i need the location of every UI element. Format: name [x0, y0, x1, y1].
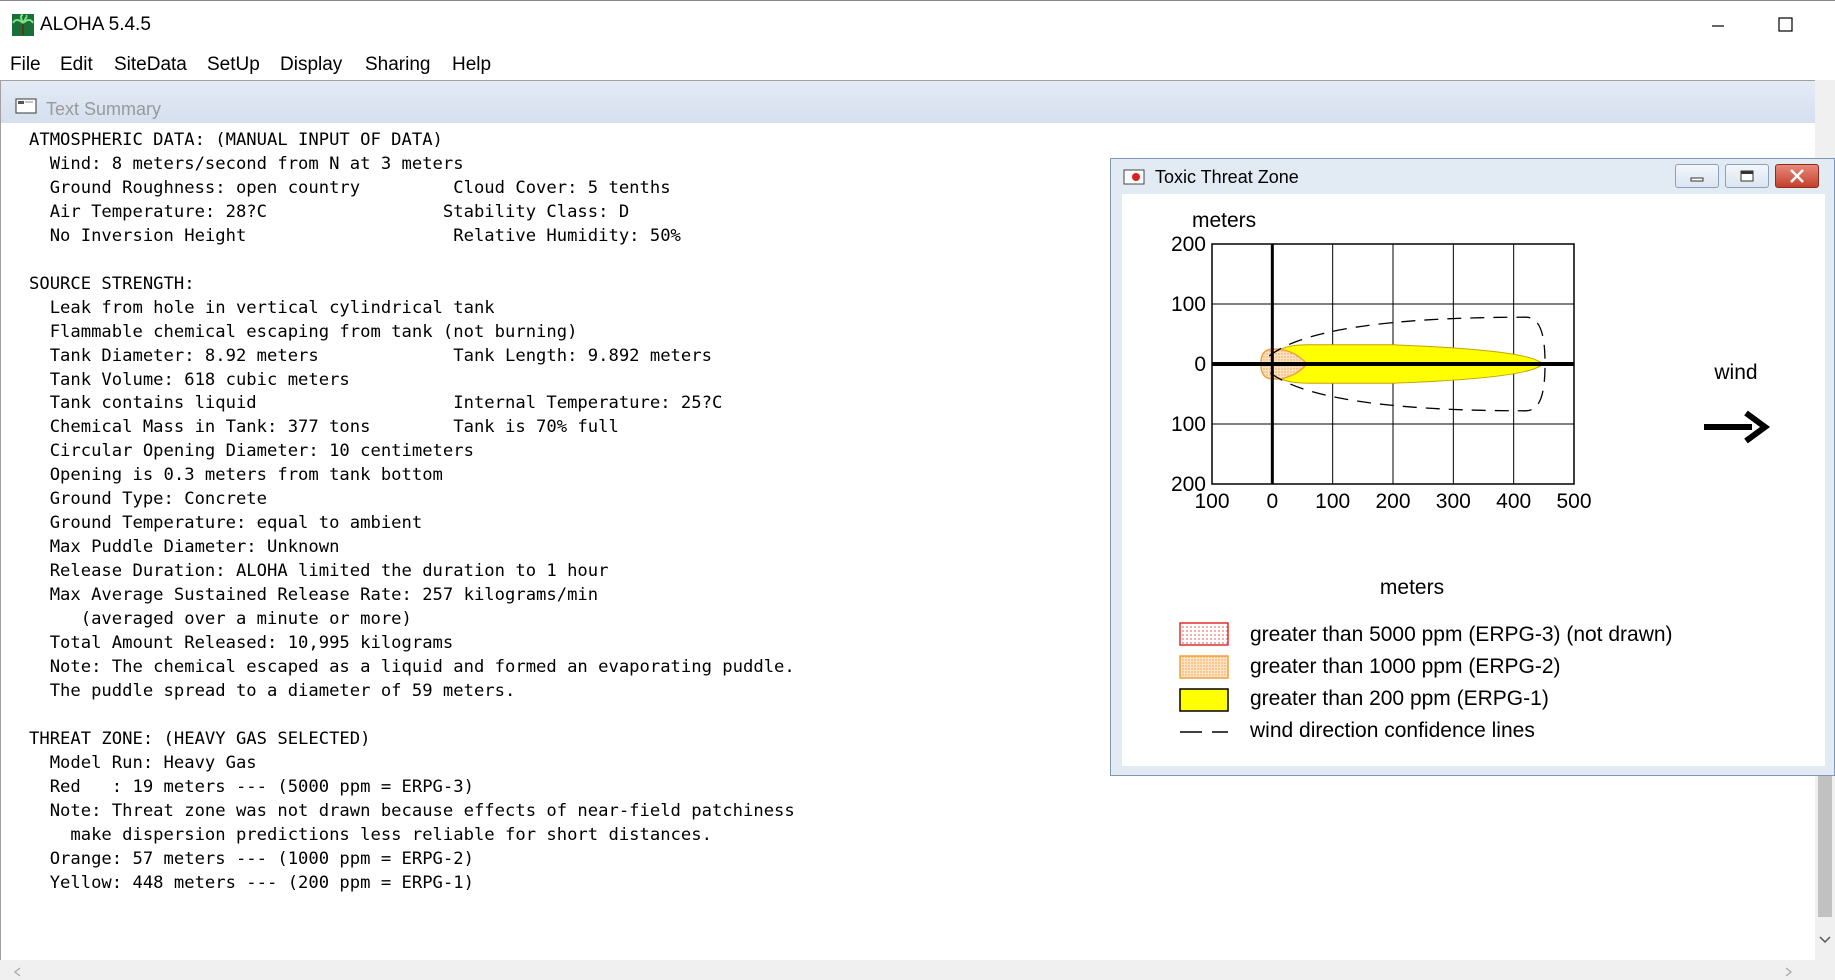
x-tick-label: 300 — [1436, 490, 1471, 513]
menu-help[interactable]: Help — [452, 52, 491, 78]
minimize-icon — [1690, 177, 1704, 182]
x-tick-label: 400 — [1496, 490, 1531, 513]
threat-zone-window: Toxic Threat Zone meters 200 100 0 100 2… — [1110, 158, 1835, 776]
threat-zone-title: Toxic Threat Zone — [1155, 167, 1299, 187]
y-axis-label: meters — [1192, 209, 1256, 232]
legend-label-yellow: greater than 200 ppm (ERPG-1) — [1250, 687, 1549, 710]
menu-bar: File Edit SiteData SetUp Display Sharing… — [0, 48, 1835, 80]
chevron-left-icon[interactable] — [12, 966, 24, 978]
legend-swatch-yellow — [1179, 688, 1229, 712]
x-tick-labels: 100 0 100 200 300 400 500 — [1194, 490, 1591, 513]
x-axis-label: meters — [1380, 576, 1444, 599]
menu-file[interactable]: File — [10, 52, 41, 78]
wind-arrow-icon — [1704, 410, 1771, 444]
menu-sitedata[interactable]: SiteData — [114, 52, 187, 78]
maximize-button[interactable] — [1762, 9, 1808, 41]
close-icon — [1790, 169, 1804, 183]
y-tick-label: 0 — [1194, 353, 1206, 376]
y-tick-label: 100 — [1171, 293, 1206, 316]
legend-swatch-red — [1179, 622, 1229, 646]
chevron-right-icon[interactable] — [1782, 966, 1794, 978]
legend-label-orange: greater than 1000 ppm (ERPG-2) — [1250, 655, 1561, 678]
window-close-button[interactable] — [1775, 164, 1819, 188]
wind-label: wind — [1713, 361, 1757, 384]
document-icon — [15, 98, 37, 114]
palm-tree-icon — [12, 14, 34, 36]
horizontal-scrollbar[interactable] — [0, 960, 1815, 980]
x-tick-label: 200 — [1375, 490, 1410, 513]
legend: greater than 5000 ppm (ERPG-3) (not draw… — [1179, 622, 1673, 742]
menu-sharing[interactable]: Sharing — [365, 52, 431, 78]
legend-label-red: greater than 5000 ppm (ERPG-3) (not draw… — [1250, 623, 1673, 646]
x-tick-label: 100 — [1315, 490, 1350, 513]
threat-zone-titlebar[interactable]: Toxic Threat Zone — [1111, 159, 1835, 193]
threat-zone-plot-area: meters 200 100 0 100 200 100 0 100 200 300 400 500… — [1122, 194, 1825, 766]
chevron-down-icon[interactable] — [1817, 932, 1833, 948]
x-tick-label: 100 — [1194, 490, 1229, 513]
minimize-button[interactable] — [1695, 9, 1741, 41]
legend-label-dashed: wind direction confidence lines — [1249, 719, 1535, 742]
menu-setup[interactable]: SetUp — [207, 52, 260, 78]
x-tick-label: 0 — [1266, 490, 1278, 513]
text-summary-titlebar[interactable]: Text Summary — [1, 81, 1816, 123]
restore-icon — [1740, 170, 1754, 182]
y-tick-labels: 2001000100200 — [1171, 233, 1206, 496]
mdi-area: Text Summary ATMOSPHERIC DATA: (MANUAL I… — [0, 80, 1835, 980]
app-titlebar: ALOHA 5.4.5 — [0, 0, 1835, 49]
text-summary-title: Text Summary — [46, 99, 162, 119]
menu-edit[interactable]: Edit — [60, 52, 93, 78]
y-tick-label: 200 — [1171, 233, 1206, 256]
text-summary-content: ATMOSPHERIC DATA: (MANUAL INPUT OF DATA)… — [29, 130, 795, 893]
window-restore-button[interactable] — [1725, 164, 1769, 188]
menu-display[interactable]: Display — [280, 52, 342, 78]
threat-zone-chart: meters 200 100 0 100 200 100 0 100 200 300 400 500… — [1171, 209, 1771, 742]
app-title: ALOHA 5.4.5 — [40, 14, 151, 35]
threat-map-icon — [1123, 169, 1145, 185]
window-minimize-button[interactable] — [1675, 164, 1719, 188]
y-tick-label: 100 — [1171, 413, 1206, 436]
x-tick-label: 500 — [1556, 490, 1591, 513]
legend-swatch-orange — [1179, 655, 1229, 679]
